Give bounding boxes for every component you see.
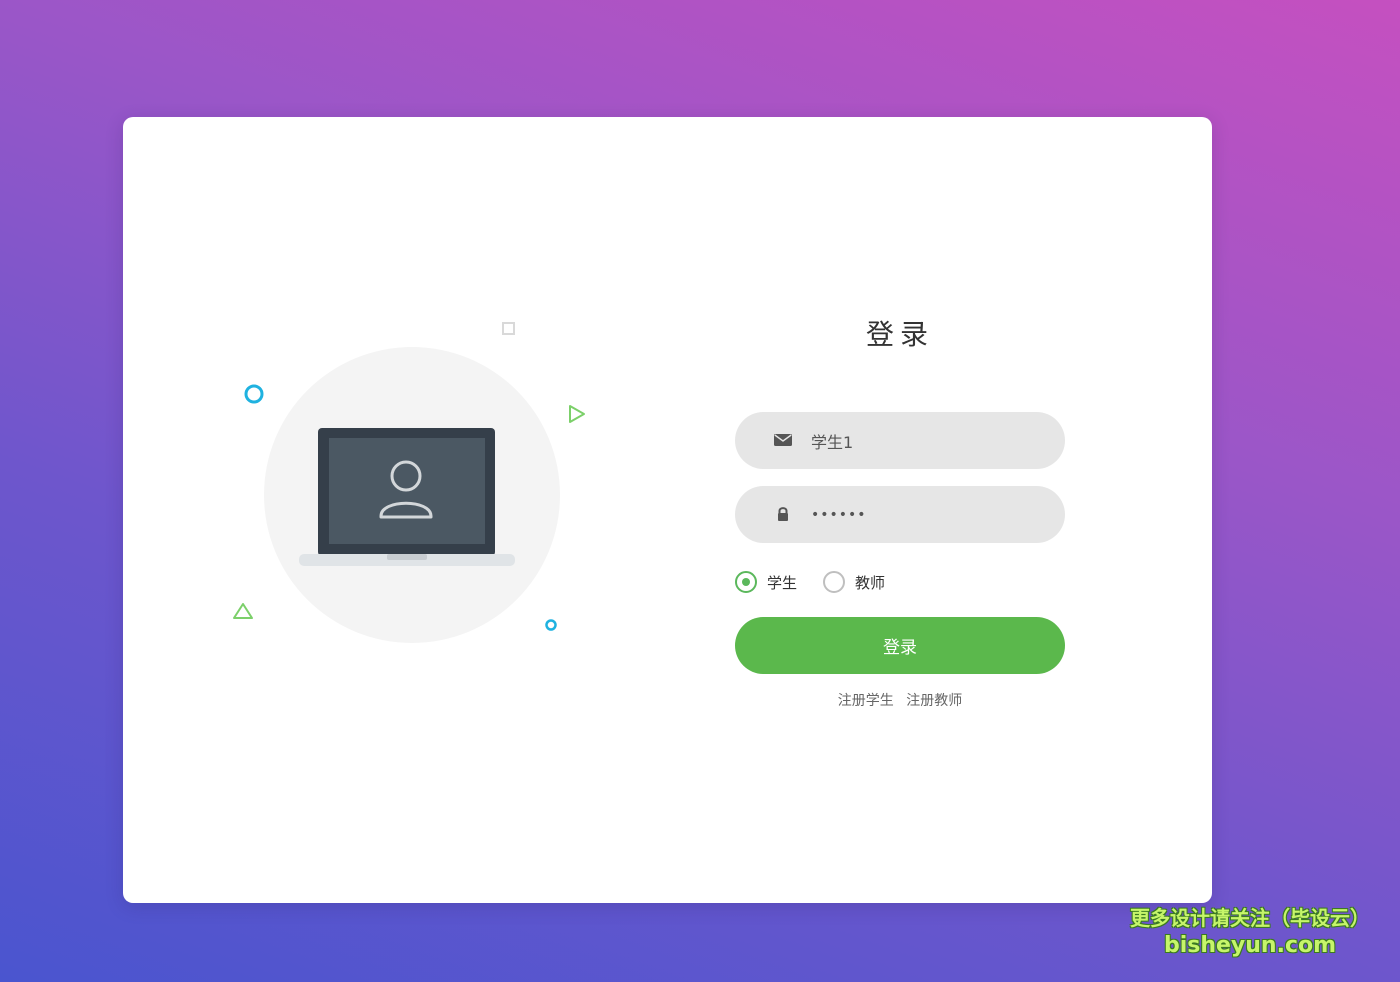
role-teacher-option[interactable]: 教师 [823,568,885,596]
laptop-notch [387,554,427,560]
watermark: 更多设计请关注（毕设云） bisheyun.com [1110,904,1390,960]
laptop-user-illustration [233,322,585,643]
blue-ring-decoration-icon [244,384,264,404]
password-input[interactable] [811,486,1041,543]
username-input[interactable] [811,412,1041,469]
lock-icon [778,507,788,521]
square-decoration-icon [502,322,515,335]
role-selector: 学生 教师 [735,568,1065,596]
watermark-line1: 更多设计请关注（毕设云） [1130,906,1370,930]
role-teacher-radio[interactable] [823,571,845,593]
username-field[interactable] [735,412,1065,469]
register-links: 注册学生 注册教师 [735,690,1065,710]
login-button[interactable]: 登录 [735,617,1065,674]
role-student-label: 学生 [767,573,798,592]
role-student-option[interactable]: 学生 [735,568,797,596]
login-illustration [123,117,683,903]
register-student-link[interactable]: 注册学生 [838,693,894,709]
login-title: 登录 [865,318,934,351]
register-teacher-link[interactable]: 注册教师 [906,693,962,709]
green-triangle-up-icon [233,603,253,619]
login-card: 登录 学生 教师 登录 注册学生 注册教师 [123,117,1212,903]
role-student-radio[interactable] [735,571,757,593]
blue-dot-decoration-icon [545,619,557,631]
role-teacher-label: 教师 [855,573,886,592]
envelope-icon [774,434,792,446]
watermark-line2: bisheyun.com [1163,933,1337,958]
green-triangle-right-icon [569,405,585,423]
password-field[interactable] [735,486,1065,543]
